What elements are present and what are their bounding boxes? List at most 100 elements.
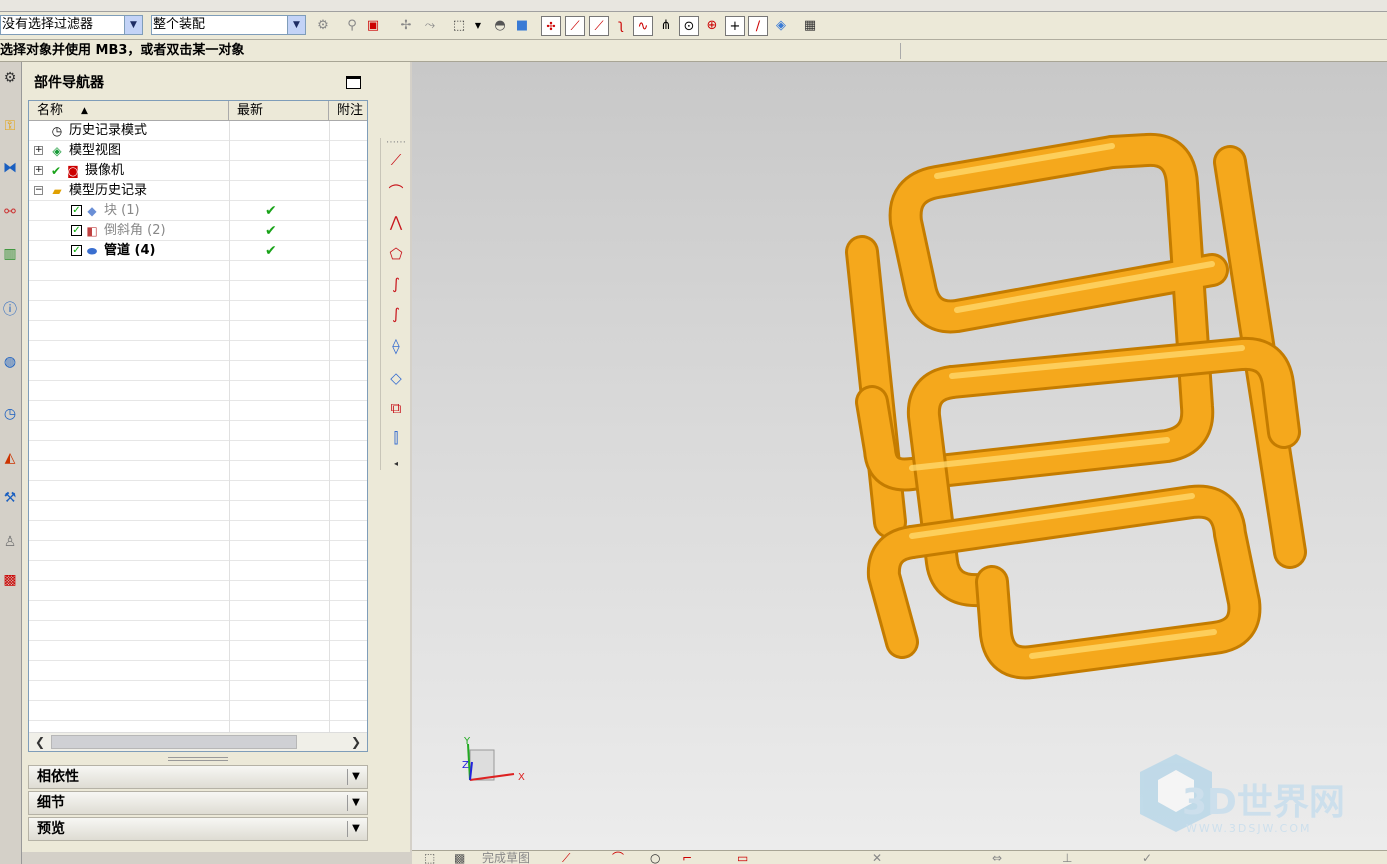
expand-toolbar-icon[interactable]: ◂ [384, 452, 408, 476]
reuse-library-icon[interactable]: ▥ [0, 242, 20, 266]
empty-row [29, 381, 367, 401]
detail-panel-header[interactable]: 细节 ▼ [28, 791, 368, 815]
project-curve-icon[interactable]: ∫ [384, 302, 408, 326]
empty-row [29, 601, 367, 621]
up-to-date-checkmark-icon: ✔ [265, 203, 277, 219]
display-constraints-icon[interactable]: ✓ [1142, 851, 1152, 864]
snap-midpoint-icon[interactable]: ⟋ [589, 16, 609, 36]
snap-curve-icon[interactable]: ʅ [611, 16, 631, 36]
history-clock-icon[interactable]: ◷ [0, 402, 20, 426]
tree-row[interactable]: − ▰ 模型历史记录 [29, 181, 367, 201]
visibility-checkbox[interactable]: ✓ [71, 205, 82, 216]
empty-row [29, 501, 367, 521]
dimension-icon[interactable]: ⇔ [992, 851, 1002, 864]
cell-divider [229, 681, 230, 701]
snap-icon[interactable]: ✢ [396, 16, 416, 36]
finish-sketch-icon[interactable]: ▩ [454, 851, 465, 864]
select-chain-icon[interactable]: ⤳ [420, 16, 440, 36]
scroll-right-icon[interactable]: ❯ [348, 734, 364, 750]
arc-icon[interactable]: ⌒ [384, 180, 408, 204]
select-face-icon[interactable]: ◓ [490, 16, 510, 36]
web-browser-icon[interactable]: ◍ [0, 350, 20, 374]
expand-icon[interactable]: + [34, 146, 43, 155]
system-materials-icon[interactable]: ◭ [0, 446, 20, 470]
constraint-navigator-icon[interactable]: ⧓ [0, 156, 20, 180]
sort-ascending-icon: ▲ [81, 106, 88, 116]
line-icon[interactable]: ⟋ [384, 148, 408, 172]
selection-scope-dropdown[interactable]: 整个装配 ▼ [151, 15, 306, 35]
snap-endpoint-icon[interactable]: ✣ [541, 16, 561, 36]
fillet-icon[interactable]: ⌐ [682, 851, 692, 864]
polygon-icon[interactable]: ⬠ [384, 242, 408, 266]
process-studio-icon[interactable]: ⚒ [0, 486, 20, 510]
collapse-icon[interactable]: − [34, 186, 43, 195]
system-scenes-icon[interactable]: ▩ [0, 568, 20, 592]
gear-icon[interactable]: ⚙ [0, 66, 20, 90]
tree-item-label: 倒斜角 (2) [104, 223, 166, 238]
tree-row[interactable]: ✓ ◆ 块 (1) ✔ [29, 201, 367, 221]
tree-row[interactable]: ◷ 历史记录模式 [29, 121, 367, 141]
scrollbar-thumb[interactable] [51, 735, 297, 749]
cell-divider [329, 321, 330, 341]
panel-splitter[interactable] [168, 757, 228, 761]
assembly-navigator-icon[interactable]: ⚿ [0, 114, 20, 138]
visibility-checkbox[interactable]: ✓ [71, 225, 82, 236]
intersection-curve-icon[interactable]: ⟠ [384, 334, 408, 358]
type-filter-dropdown[interactable]: 没有选择过滤器 ▼ [0, 15, 143, 35]
info-icon[interactable]: ⓘ [0, 298, 20, 322]
column-header-latest[interactable]: 最新 [229, 101, 329, 121]
studio-spline-icon[interactable]: ⋀ [384, 210, 408, 234]
chevron-down-icon: ▼ [287, 16, 305, 34]
tree-row[interactable]: + ✔ ◙ 摄像机 [29, 161, 367, 181]
scroll-left-icon[interactable]: ❮ [32, 734, 48, 750]
rectangle-icon[interactable]: ▭ [737, 851, 748, 864]
trim-icon[interactable]: ✕ [872, 851, 882, 864]
toolbar-grip[interactable]: ⋯⋯ [384, 138, 408, 148]
tree-row[interactable]: + ◈ 模型视图 [29, 141, 367, 161]
snap-point-icon[interactable]: + [725, 16, 745, 36]
select-body-icon[interactable]: ■ [512, 16, 532, 36]
preview-panel-header[interactable]: 预览 ▼ [28, 817, 368, 841]
graphics-window[interactable]: X Y Z 3D世界网 WWW.3DSJW.COM [412, 62, 1387, 850]
visibility-checkbox[interactable]: ✓ [71, 245, 82, 256]
cell-divider [329, 161, 330, 181]
arc-icon[interactable]: ⌒ [612, 851, 624, 864]
snap-quadrant-icon[interactable]: ⊕ [702, 16, 722, 36]
maximize-icon[interactable] [346, 76, 361, 89]
rectangle-select-icon[interactable]: ⬚ [449, 16, 469, 36]
profile-icon[interactable]: ⟋ [562, 851, 570, 864]
component-filter-icon[interactable]: ▣ [363, 16, 383, 36]
general-filter-icon[interactable]: ⚙ [313, 16, 333, 36]
tree-row[interactable]: ✓ ⬬ 管道 (4) ✔ [29, 241, 367, 261]
snap-line-icon[interactable]: ⟋ [565, 16, 585, 36]
pipe-model[interactable]: X Y Z 3D世界网 WWW.3DSJW.COM [412, 62, 1387, 850]
column-header-note[interactable]: 附注 [329, 101, 367, 121]
grid-icon[interactable]: ▦ [800, 16, 820, 36]
column-header-name[interactable]: 名称 ▲ [29, 101, 229, 121]
tree-row[interactable]: ✓ ◧ 倒斜角 (2) ✔ [29, 221, 367, 241]
empty-row [29, 661, 367, 681]
sketch-icon[interactable]: ⬚ [424, 851, 435, 864]
extract-curve-icon[interactable]: ⧉ [384, 396, 408, 420]
circle-icon[interactable]: ○ [650, 851, 660, 864]
constraint-icon[interactable]: ⊥ [1062, 851, 1072, 864]
cell-divider [329, 201, 330, 221]
finish-sketch-label[interactable]: 完成草图 [482, 851, 530, 864]
section-curve-icon[interactable]: ◇ [384, 366, 408, 390]
part-navigator-icon[interactable]: ⚯ [0, 200, 20, 224]
snap-spline-icon[interactable]: ∿ [633, 16, 653, 36]
curve-on-surface-icon[interactable]: ⫿ [384, 426, 408, 450]
snap-intersection-icon[interactable]: ⋔ [656, 16, 676, 36]
block-feature-icon: ◆ [87, 204, 97, 218]
feature-filter-icon[interactable]: ⚲ [342, 16, 362, 36]
snap-center-icon[interactable]: ⊙ [679, 16, 699, 36]
chevron-down-icon[interactable]: ▼ [468, 16, 488, 36]
coordinate-triad: X Y Z [462, 736, 525, 783]
snap-face-icon[interactable]: ◈ [771, 16, 791, 36]
dependency-panel-header[interactable]: 相依性 ▼ [28, 765, 368, 789]
snap-tangent-icon[interactable]: ∕ [748, 16, 768, 36]
roles-icon[interactable]: ♙ [0, 530, 20, 554]
status-divider [900, 43, 901, 59]
expand-icon[interactable]: + [34, 166, 43, 175]
offset-curve-icon[interactable]: ∫ [384, 272, 408, 296]
